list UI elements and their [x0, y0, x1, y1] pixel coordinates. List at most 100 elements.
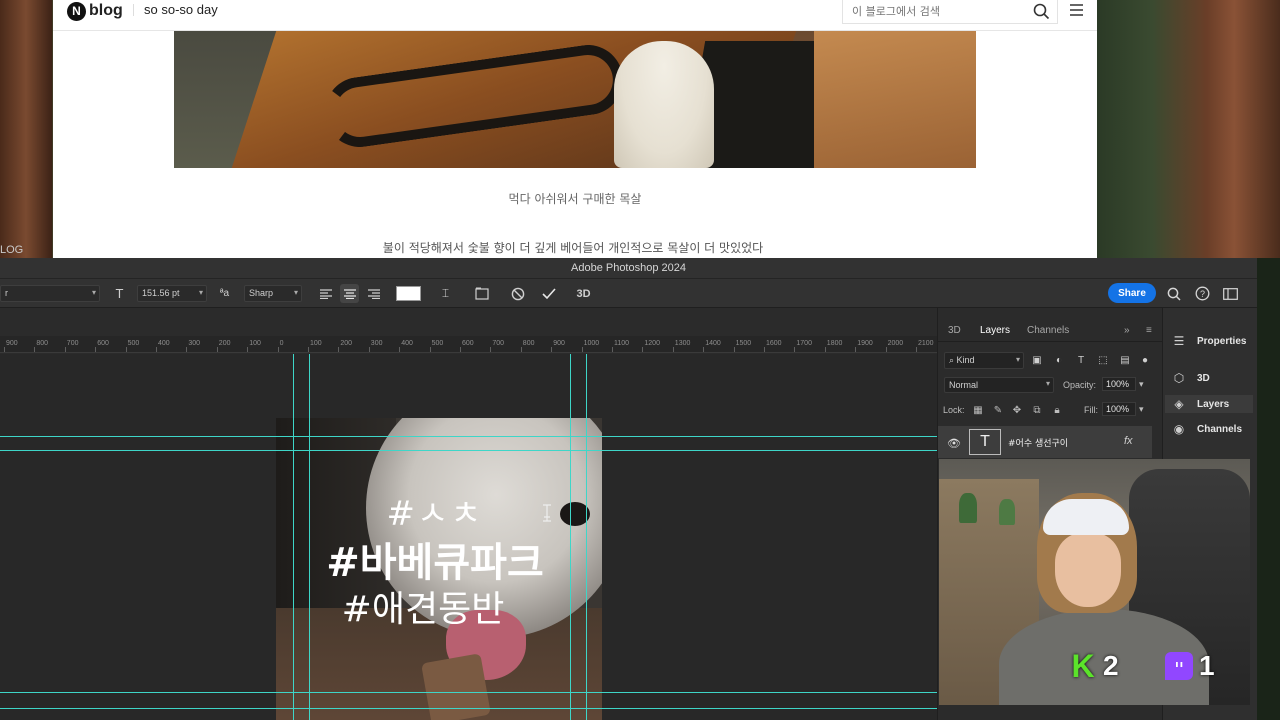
dock-channels[interactable]: ◉ Channels	[1165, 420, 1253, 438]
antialias-select[interactable]: Sharp ▾	[244, 285, 302, 302]
tab-channels[interactable]: Channels	[1027, 325, 1069, 336]
lock-transparent-icon[interactable]: ▦	[971, 403, 985, 417]
ruler-tick	[308, 347, 309, 352]
guide-vertical[interactable]	[309, 354, 310, 720]
ruler-tick	[4, 347, 5, 352]
warp-text-icon[interactable]: ⌶	[436, 284, 455, 303]
guide-horizontal[interactable]	[0, 436, 937, 437]
filter-toggle-icon[interactable]: ●	[1138, 353, 1152, 367]
filter-pixel-icon[interactable]: ▣	[1030, 353, 1044, 367]
font-family-select[interactable]: r ▾	[0, 285, 100, 302]
ruler-label: 1800	[826, 340, 843, 347]
ruler-tick	[156, 347, 157, 352]
ruler-tick	[581, 347, 583, 352]
guide-horizontal[interactable]	[0, 708, 937, 709]
layer-filter-value: Kind	[956, 355, 975, 365]
visibility-eye-icon[interactable]: 👁︎	[947, 437, 961, 450]
canvas-area[interactable]: #ㅅㅊ #바베큐파크 #애견동반	[0, 354, 937, 720]
layer-effects-icon[interactable]: fx	[1124, 435, 1133, 447]
tab-layers[interactable]: Layers	[980, 325, 1010, 336]
guide-vertical[interactable]	[586, 354, 587, 720]
blog-title[interactable]: so so-so day	[144, 2, 218, 17]
workspace-icon[interactable]	[1221, 284, 1240, 303]
ruler-tick	[247, 347, 249, 352]
ruler-label: 1100	[614, 340, 630, 347]
search-icon[interactable]	[1164, 284, 1183, 303]
ruler-tick	[916, 347, 917, 352]
character-panel-icon[interactable]	[472, 284, 491, 303]
dock-properties[interactable]: ☰ Properties	[1165, 332, 1253, 350]
layer-filter-select[interactable]: ⌕ Kind ▾	[944, 352, 1024, 369]
layer-row[interactable]: 👁︎ T #어수 생선구이 fx	[938, 426, 1152, 458]
font-size-value: 151.56 pt	[142, 288, 180, 298]
document-canvas[interactable]: #ㅅㅊ #바베큐파크 #애견동반	[276, 418, 602, 720]
filter-adjustment-icon[interactable]: ◐	[1052, 353, 1066, 367]
ruler-label: 1700	[796, 340, 812, 347]
guide-horizontal[interactable]	[0, 450, 937, 451]
align-right-icon[interactable]	[364, 284, 383, 303]
ruler-tick	[642, 347, 644, 352]
k-platform-icon: K	[1071, 647, 1095, 684]
naver-blog-logo[interactable]: N blog	[67, 0, 123, 22]
dock-layers[interactable]: ◈ Layers	[1165, 395, 1253, 413]
ruler-tick	[429, 347, 431, 352]
filter-type-icon[interactable]: T	[1074, 353, 1088, 367]
3d-button[interactable]: 3D	[574, 284, 593, 303]
ruler-label: 100	[249, 340, 261, 347]
search-icon[interactable]	[1033, 3, 1050, 20]
blend-mode-select[interactable]: Normal ▾	[944, 377, 1054, 393]
lock-position-icon[interactable]: ✥	[1010, 403, 1024, 417]
ruler-tick	[612, 347, 613, 352]
commit-checkmark-icon[interactable]	[539, 284, 558, 303]
ruler-label: 900	[553, 340, 565, 347]
tab-3d[interactable]: 3D	[948, 325, 961, 336]
chevron-down-icon: ▾	[198, 288, 203, 297]
blog-search-input[interactable]	[852, 5, 1022, 18]
ruler-label: 700	[66, 340, 79, 347]
ruler-tick	[64, 347, 66, 352]
properties-icon: ☰	[1173, 334, 1185, 348]
ruler-label: 300	[188, 340, 201, 347]
panel-menu-icon[interactable]: ≡	[1146, 325, 1152, 336]
ruler-tick	[399, 347, 401, 352]
text-color-swatch[interactable]	[396, 286, 421, 301]
lock-all-icon[interactable]: 🔒︎	[1050, 403, 1064, 417]
blog-search-box[interactable]	[842, 0, 1058, 24]
hamburger-menu-icon[interactable]	[1069, 3, 1084, 17]
ruler-label: 1400	[705, 340, 721, 347]
guide-horizontal[interactable]	[0, 692, 937, 693]
ruler-label: 1500	[735, 340, 752, 347]
chevron-down-icon[interactable]: ▾	[1139, 379, 1144, 390]
panel-expand-icon[interactable]: »	[1124, 325, 1130, 336]
guide-vertical[interactable]	[570, 354, 571, 720]
k-viewer-count: 2	[1103, 650, 1119, 681]
layer-name[interactable]: #어수 생선구이	[1008, 436, 1068, 449]
opacity-field[interactable]: 100%	[1102, 377, 1136, 391]
ruler-tick	[338, 347, 340, 352]
chevron-down-icon[interactable]: ▾	[1139, 404, 1144, 415]
lock-artboard-icon[interactable]: ⧉	[1030, 403, 1044, 417]
opacity-label: Opacity:	[1063, 380, 1097, 390]
ruler-tick	[125, 347, 127, 352]
ruler-tick	[216, 347, 218, 352]
filter-shape-icon[interactable]: ⬚	[1096, 353, 1110, 367]
ruler-tick	[824, 347, 826, 352]
filter-smart-object-icon[interactable]: ▤	[1118, 353, 1132, 367]
cancel-icon[interactable]	[508, 284, 527, 303]
chevron-down-icon: ▾	[293, 288, 298, 297]
align-center-icon[interactable]	[340, 284, 359, 303]
document-tab-bar	[0, 308, 937, 336]
fill-label: Fill:	[1084, 405, 1098, 415]
fill-field[interactable]: 100%	[1102, 402, 1136, 416]
align-left-icon[interactable]	[316, 284, 335, 303]
share-button[interactable]: Share	[1108, 283, 1156, 303]
guide-vertical[interactable]	[293, 354, 294, 720]
antialias-value: Sharp	[249, 288, 274, 298]
ruler-label: 500	[127, 340, 140, 347]
help-icon[interactable]: ?	[1193, 284, 1212, 303]
font-size-select[interactable]: 151.56 pt ▾	[137, 285, 207, 302]
dock-3d[interactable]: ⬡ 3D	[1165, 369, 1253, 387]
lock-pixels-icon[interactable]: ✎	[991, 403, 1005, 417]
canvas-text-line-light[interactable]: #애견동반	[276, 580, 586, 632]
horizontal-ruler[interactable]: 900 800 700 600 500 400 300 200 100 0 100 200 300 400…	[0, 336, 937, 353]
